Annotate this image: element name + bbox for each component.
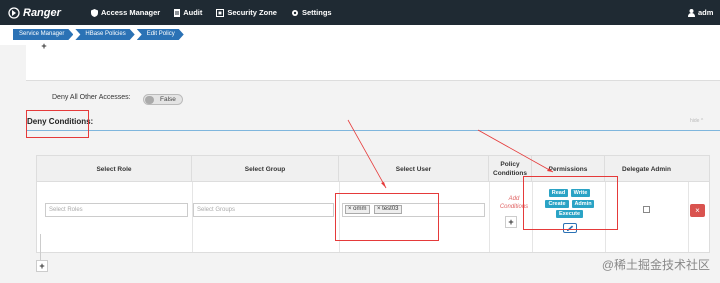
gear-icon <box>291 9 298 16</box>
nav-security-zone[interactable]: Security Zone <box>216 8 277 17</box>
breadcrumb-bar: Service Manager HBase Policies Edit Poli… <box>0 25 720 45</box>
nav-access-manager-label: Access Manager <box>101 8 161 17</box>
nav-settings-label: Settings <box>301 8 332 17</box>
ranger-logo[interactable]: Ranger <box>8 7 78 19</box>
file-icon <box>174 8 181 17</box>
shield-icon <box>91 8 98 17</box>
nav-settings[interactable]: Settings <box>291 8 332 17</box>
user-icon <box>688 8 695 17</box>
breadcrumb-hbase-policies[interactable]: HBase Policies <box>75 29 134 40</box>
cell-divider <box>532 182 533 252</box>
nav-audit[interactable]: Audit <box>174 8 202 17</box>
column-delegate-admin: Delegate Admin <box>622 165 671 173</box>
edit-permissions-button[interactable] <box>563 223 577 233</box>
cell-divider <box>339 182 340 252</box>
column-select-user: Select User <box>339 156 489 182</box>
user-tag-omm[interactable]: × omm <box>345 205 370 214</box>
permission-write: Write <box>571 189 590 197</box>
column-permissions: Permissions <box>532 156 605 182</box>
permission-read: Read <box>549 189 568 197</box>
add-allow-row-button[interactable]: + <box>38 41 50 53</box>
add-condition-button[interactable]: + <box>505 216 517 228</box>
permission-execute: Execute <box>556 210 583 218</box>
nav-security-zone-label: Security Zone <box>227 8 277 17</box>
policy-form: + Deny All Other Accesses: False Deny Co… <box>0 41 720 283</box>
cell-divider <box>605 182 606 252</box>
deny-all-value: False <box>160 96 176 103</box>
nav-audit-label: Audit <box>183 8 203 17</box>
user-tag-test03[interactable]: × test03 <box>374 205 402 214</box>
toggle-knob <box>145 96 154 104</box>
select-roles-input[interactable]: Select Roles <box>45 203 188 217</box>
deny-conditions-title: Deny Conditions: <box>27 117 94 126</box>
column-select-group: Select Group <box>192 156 339 182</box>
select-groups-input[interactable]: Select Groups <box>193 203 334 217</box>
hide-link[interactable]: hide ^ <box>690 118 703 124</box>
delegate-admin-checkbox[interactable] <box>643 206 650 213</box>
breadcrumb: Service Manager HBase Policies Edit Poli… <box>13 29 186 40</box>
permission-admin: Admin <box>572 200 594 208</box>
permission-create: Create <box>545 200 569 208</box>
user-tag-label: test03 <box>382 206 399 212</box>
breadcrumb-edit-policy[interactable]: Edit Policy <box>137 29 184 40</box>
cell-divider <box>192 182 193 252</box>
add-conditions-link[interactable]: Add Conditions <box>495 195 533 211</box>
watermark: @稀土掘金技术社区 <box>601 258 710 272</box>
pencil-icon <box>567 225 574 231</box>
allow-conditions-panel: + <box>26 41 720 81</box>
nav-access-manager[interactable]: Access Manager <box>91 8 160 17</box>
user-tag-label: omm <box>353 206 367 212</box>
table-header: Select Role Select Group Select User Pol… <box>37 156 709 182</box>
cell-divider <box>489 182 490 252</box>
username: adm <box>698 8 714 17</box>
breadcrumb-service-manager[interactable]: Service Manager <box>13 29 73 40</box>
column-policy-conditions: Policy Conditions <box>489 156 532 182</box>
user-menu[interactable]: adm <box>688 0 720 25</box>
column-select-role: Select Role <box>37 156 192 182</box>
zone-icon <box>216 8 225 17</box>
ranger-icon <box>8 6 20 19</box>
brand-name: Ranger <box>23 6 61 19</box>
deny-all-toggle[interactable]: False <box>143 94 183 105</box>
add-deny-row-button[interactable]: + <box>36 260 48 272</box>
cell-divider <box>688 182 689 252</box>
deny-all-label: Deny All Other Accesses: <box>52 94 131 101</box>
top-navbar: Ranger Access Manager Audit Security Zon… <box>0 0 720 25</box>
section-divider <box>26 130 720 131</box>
delete-row-button[interactable]: × <box>690 204 705 217</box>
